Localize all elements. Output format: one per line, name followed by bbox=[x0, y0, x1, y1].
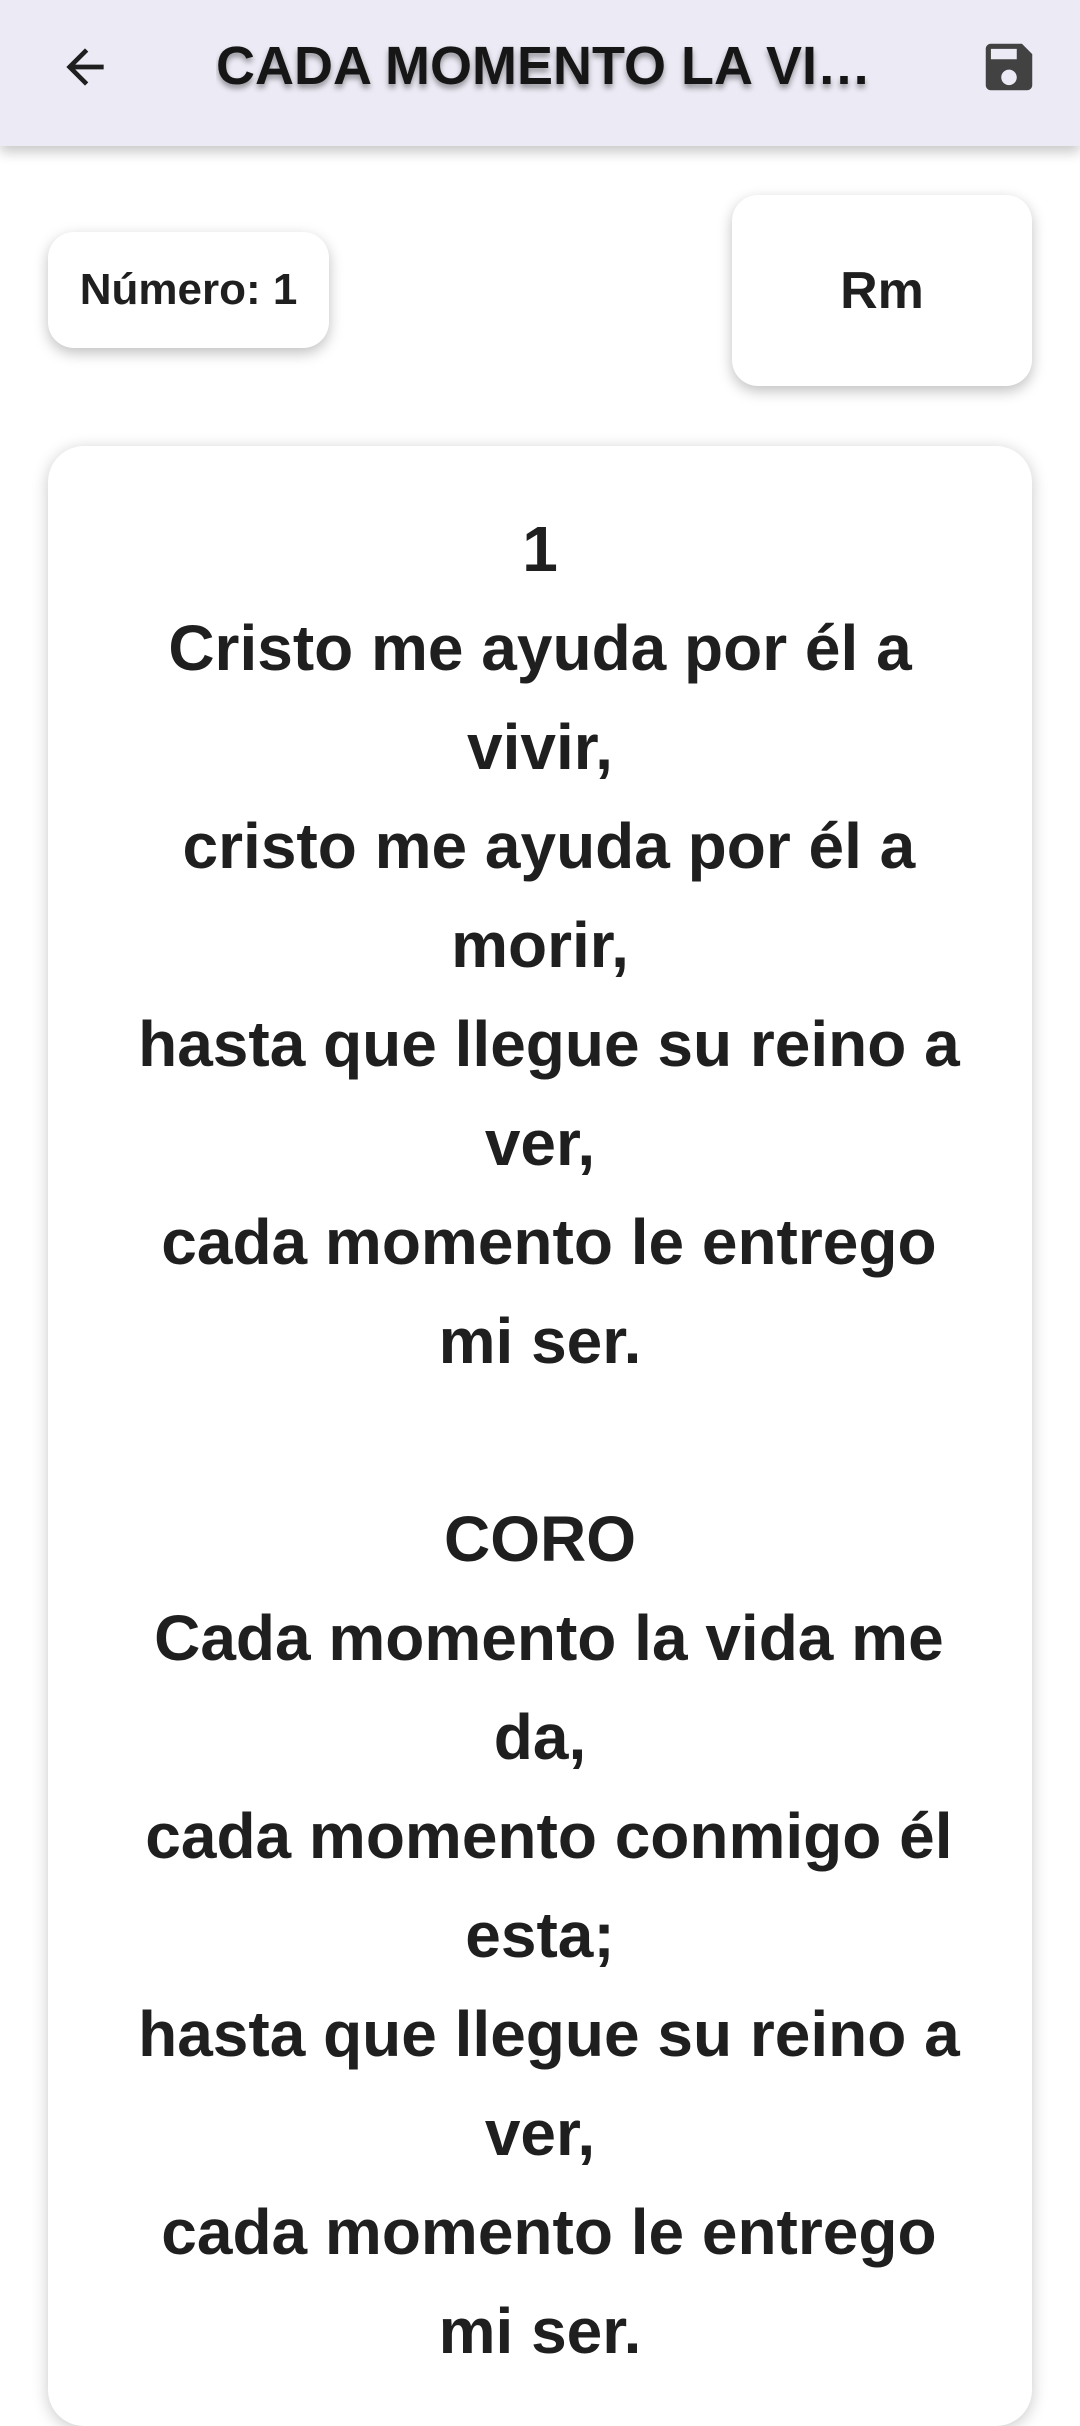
song-number-badge: Número: 1 bbox=[48, 232, 329, 348]
save-floppy-icon bbox=[985, 43, 1033, 91]
song-key-label: Rm bbox=[840, 261, 924, 320]
top-app-bar: CADA MOMENTO LA VIDA ME DA bbox=[0, 0, 1080, 146]
song-lyrics: 1 Cristo me ayuda por él a vivir, cristo… bbox=[138, 513, 960, 2367]
arrow-back-icon bbox=[66, 48, 104, 86]
song-number-label: Número: 1 bbox=[79, 265, 298, 314]
lyrics-card: 1 Cristo me ayuda por él a vivir, cristo… bbox=[48, 446, 1032, 2426]
page-title: CADA MOMENTO LA VIDA ME DA bbox=[216, 36, 886, 96]
song-key-button[interactable]: Rm bbox=[732, 195, 1032, 386]
back-button[interactable] bbox=[40, 22, 130, 112]
save-button[interactable] bbox=[964, 22, 1054, 112]
